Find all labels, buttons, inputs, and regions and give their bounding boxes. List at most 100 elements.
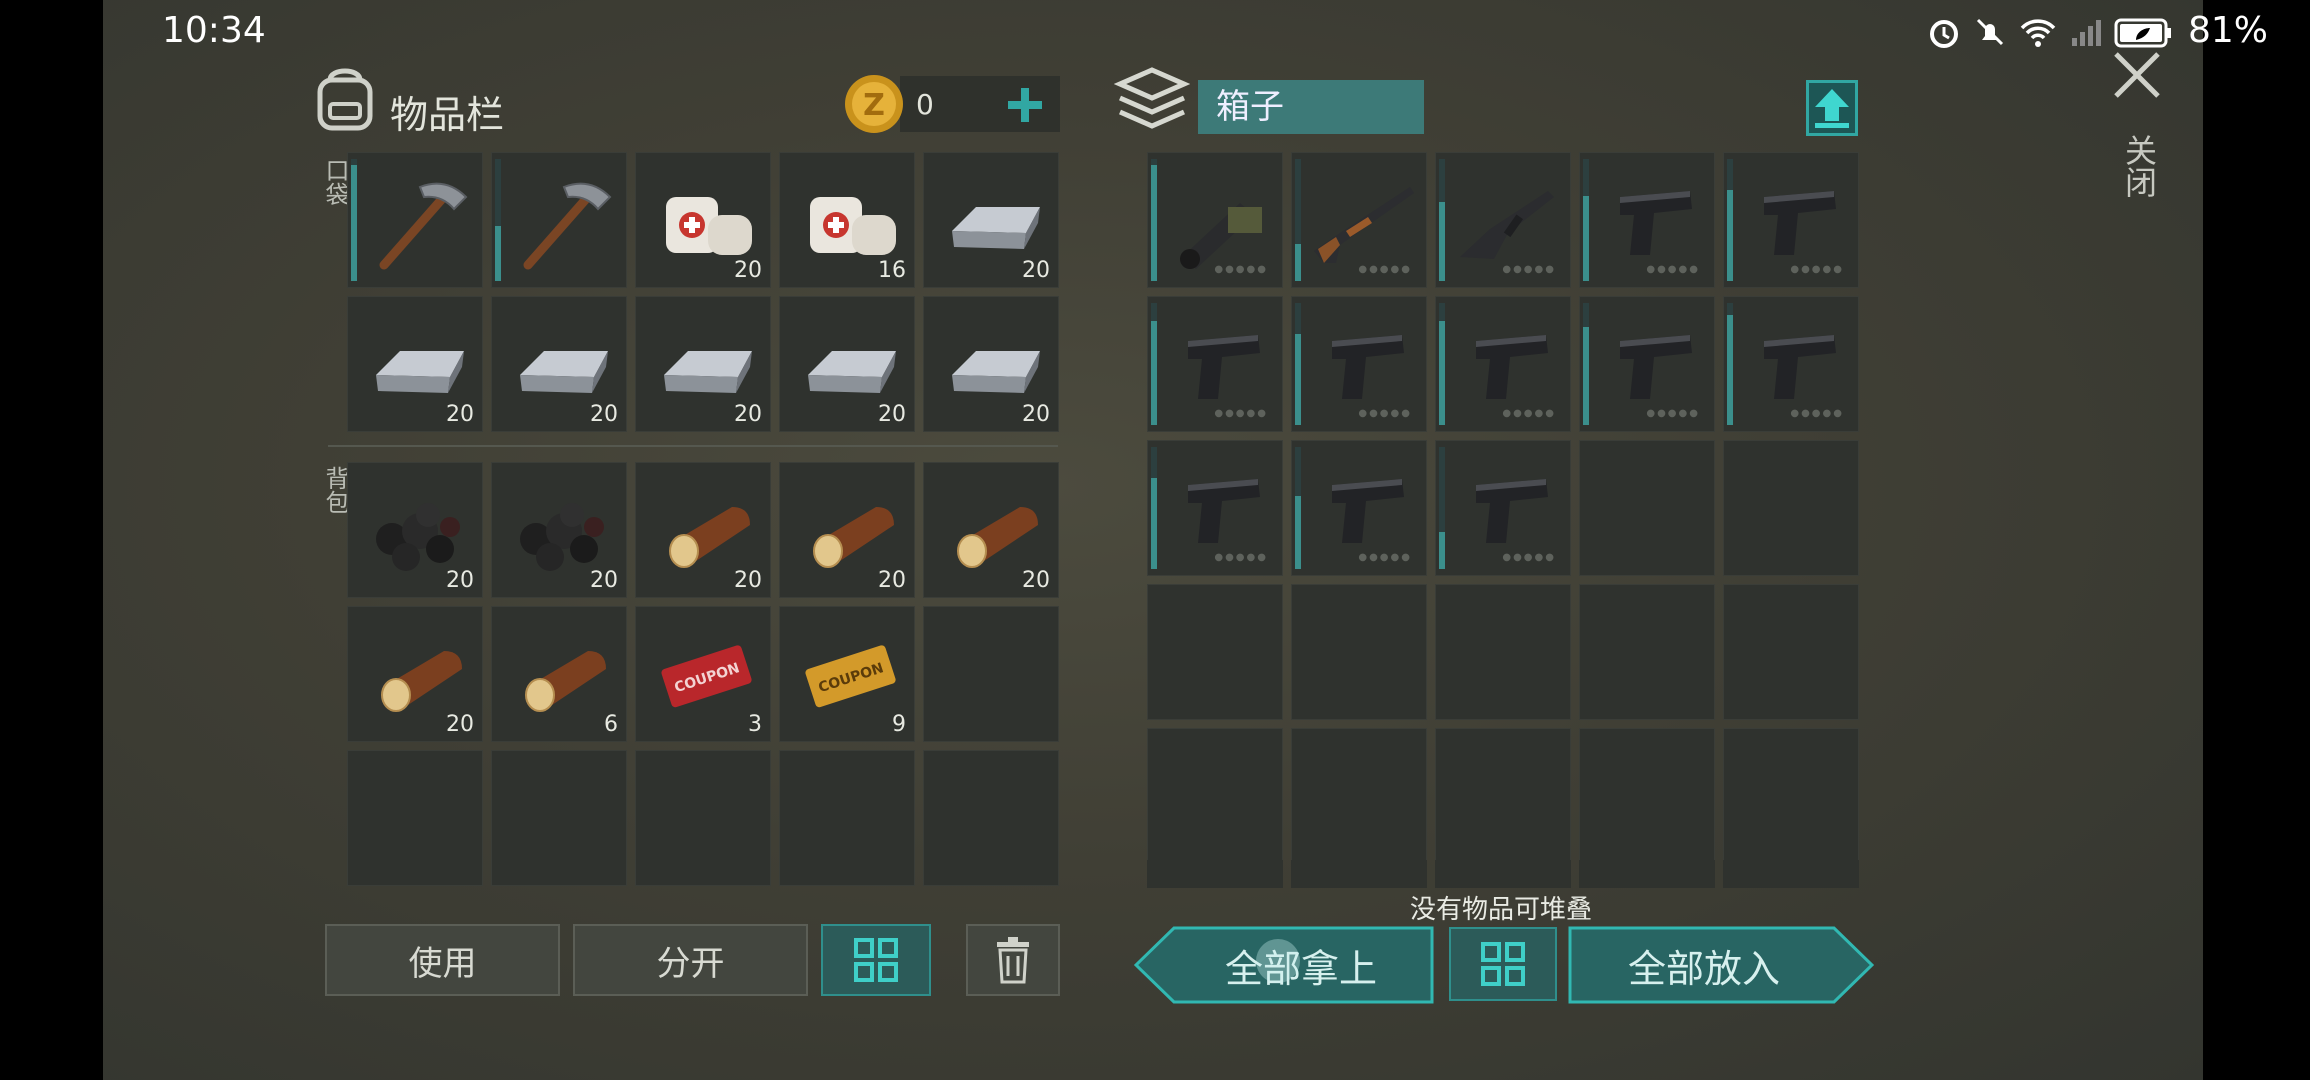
pistol-icon [1332, 335, 1404, 399]
empty-slot[interactable] [1579, 440, 1715, 576]
item-slot[interactable]: ●●●●● [1291, 440, 1427, 576]
attachment-dots: ●●●●● [1358, 408, 1412, 419]
pistol-icon [1764, 335, 1836, 399]
pistol-icon [1476, 335, 1548, 399]
sort-container-button[interactable] [1449, 927, 1557, 1001]
item-slot[interactable]: COUPON 3 [635, 606, 771, 742]
empty-slot[interactable] [635, 750, 771, 886]
item-slot[interactable]: 20 [635, 152, 771, 288]
status-time: 10:34 [162, 10, 266, 51]
item-slot[interactable]: 20 [635, 296, 771, 432]
item-slot[interactable]: 20 [491, 296, 627, 432]
item-quantity: 20 [734, 568, 762, 593]
empty-slot[interactable] [779, 750, 915, 886]
empty-slot[interactable] [347, 750, 483, 886]
inventory-title: 物品栏 [390, 93, 505, 137]
transfer-up-button[interactable] [1806, 80, 1858, 136]
coin-count: 0 [916, 88, 934, 121]
item-slot[interactable]: ●●●●● [1579, 152, 1715, 288]
item-slot[interactable]: ●●●●● [1291, 296, 1427, 432]
item-slot[interactable]: 16 [779, 152, 915, 288]
take-all-button[interactable]: 全部拿上 [1170, 928, 1432, 1002]
item-quantity: 16 [878, 258, 906, 283]
item-slot[interactable]: 20 [779, 462, 915, 598]
battery-icon [2114, 18, 2171, 48]
item-slot[interactable]: 20 [347, 296, 483, 432]
empty-slot[interactable] [1579, 584, 1715, 720]
container-scroll-peek [1147, 860, 1862, 888]
signal-icon [2072, 20, 2101, 46]
item-slot[interactable]: 20 [635, 462, 771, 598]
empty-slot[interactable] [1723, 584, 1859, 720]
item-quantity: 20 [446, 402, 474, 427]
item-slot[interactable]: ●●●●● [1435, 152, 1571, 288]
item-slot[interactable]: ●●●●● [1723, 152, 1859, 288]
empty-slot[interactable] [923, 750, 1059, 886]
item-slot[interactable]: 6 [491, 606, 627, 742]
attachment-dots: ●●●●● [1214, 264, 1268, 275]
item-slot[interactable]: ●●●●● [1579, 296, 1715, 432]
empty-slot[interactable] [1435, 728, 1571, 864]
empty-slot[interactable] [923, 606, 1059, 742]
trash-button[interactable] [966, 924, 1060, 996]
pistol-icon [1476, 479, 1548, 543]
log-icon [525, 651, 606, 712]
touch-indicator [1256, 939, 1300, 983]
empty-slot[interactable] [1147, 584, 1283, 720]
item-quantity: 20 [446, 712, 474, 737]
item-slot[interactable]: 20 [347, 462, 483, 598]
item-slot[interactable] [491, 152, 627, 288]
item-slot[interactable]: ●●●●● [1435, 296, 1571, 432]
item-slot[interactable]: COUPON 9 [779, 606, 915, 742]
item-quantity: 3 [748, 712, 762, 737]
empty-slot[interactable] [1579, 728, 1715, 864]
gold-coupon-icon: COUPON [805, 645, 896, 708]
item-quantity: 20 [446, 568, 474, 593]
close-icon[interactable] [2112, 50, 2162, 100]
item-slot[interactable]: 20 [491, 462, 627, 598]
attachment-dots: ●●●●● [1214, 552, 1268, 563]
pickaxe-icon [523, 182, 612, 270]
use-button[interactable]: 使用 [325, 924, 560, 996]
durability-bar [1727, 303, 1733, 425]
attachment-dots: ●●●●● [1790, 408, 1844, 419]
item-slot[interactable]: 20 [779, 296, 915, 432]
grid-sort-icon [1481, 942, 1525, 986]
empty-slot[interactable] [491, 750, 627, 886]
empty-slot[interactable] [1435, 584, 1571, 720]
durability-bar [1295, 159, 1301, 281]
item-slot[interactable] [347, 152, 483, 288]
pistol-icon [1332, 479, 1404, 543]
empty-slot[interactable] [1723, 440, 1859, 576]
durability-bar [495, 159, 501, 281]
item-quantity: 20 [734, 258, 762, 283]
empty-slot[interactable] [1291, 728, 1427, 864]
durability-bar [1151, 303, 1157, 425]
item-slot[interactable]: ●●●●● [1291, 152, 1427, 288]
section-divider [328, 445, 1058, 447]
empty-slot[interactable] [1291, 584, 1427, 720]
pistol-icon [1764, 191, 1836, 255]
item-quantity: 20 [1022, 568, 1050, 593]
durability-bar [1295, 303, 1301, 425]
sort-inventory-button[interactable] [821, 924, 931, 996]
item-quantity: 20 [590, 568, 618, 593]
item-slot[interactable]: ●●●●● [1723, 296, 1859, 432]
container-name[interactable]: 箱子 [1198, 80, 1424, 134]
add-coins-icon[interactable] [1006, 86, 1044, 124]
item-slot[interactable]: ●●●●● [1147, 440, 1283, 576]
empty-slot[interactable] [1723, 728, 1859, 864]
close-label[interactable]: 关闭 [2116, 134, 2162, 198]
item-slot[interactable]: ●●●●● [1435, 440, 1571, 576]
put-all-button[interactable]: 全部放入 [1572, 928, 1836, 1002]
durability-bar [1727, 159, 1733, 281]
grid-sort-icon [854, 938, 898, 982]
empty-slot[interactable] [1147, 728, 1283, 864]
item-slot[interactable]: 20 [347, 606, 483, 742]
item-slot[interactable]: 20 [923, 152, 1059, 288]
split-button[interactable]: 分开 [573, 924, 808, 996]
item-slot[interactable]: 20 [923, 296, 1059, 432]
item-slot[interactable]: ●●●●● [1147, 296, 1283, 432]
item-slot[interactable]: ●●●●● [1147, 152, 1283, 288]
item-slot[interactable]: 20 [923, 462, 1059, 598]
